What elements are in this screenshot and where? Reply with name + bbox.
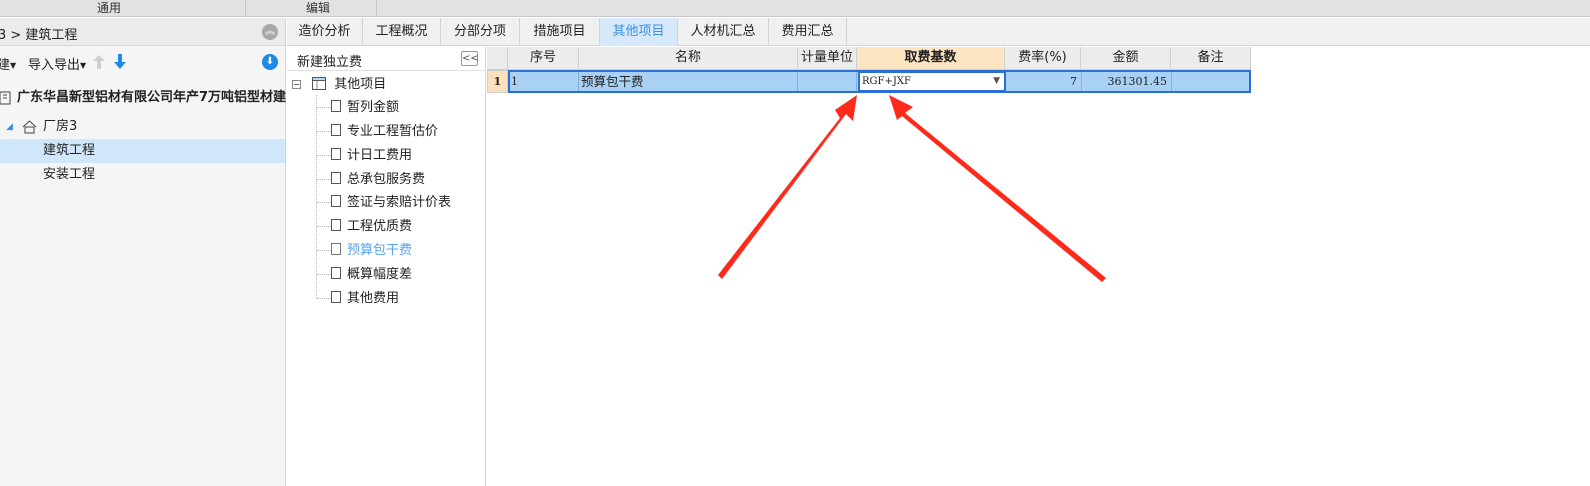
annotation-arrows <box>718 95 1106 282</box>
red-arrow-right <box>889 95 1106 282</box>
red-arrow-left <box>718 95 857 279</box>
